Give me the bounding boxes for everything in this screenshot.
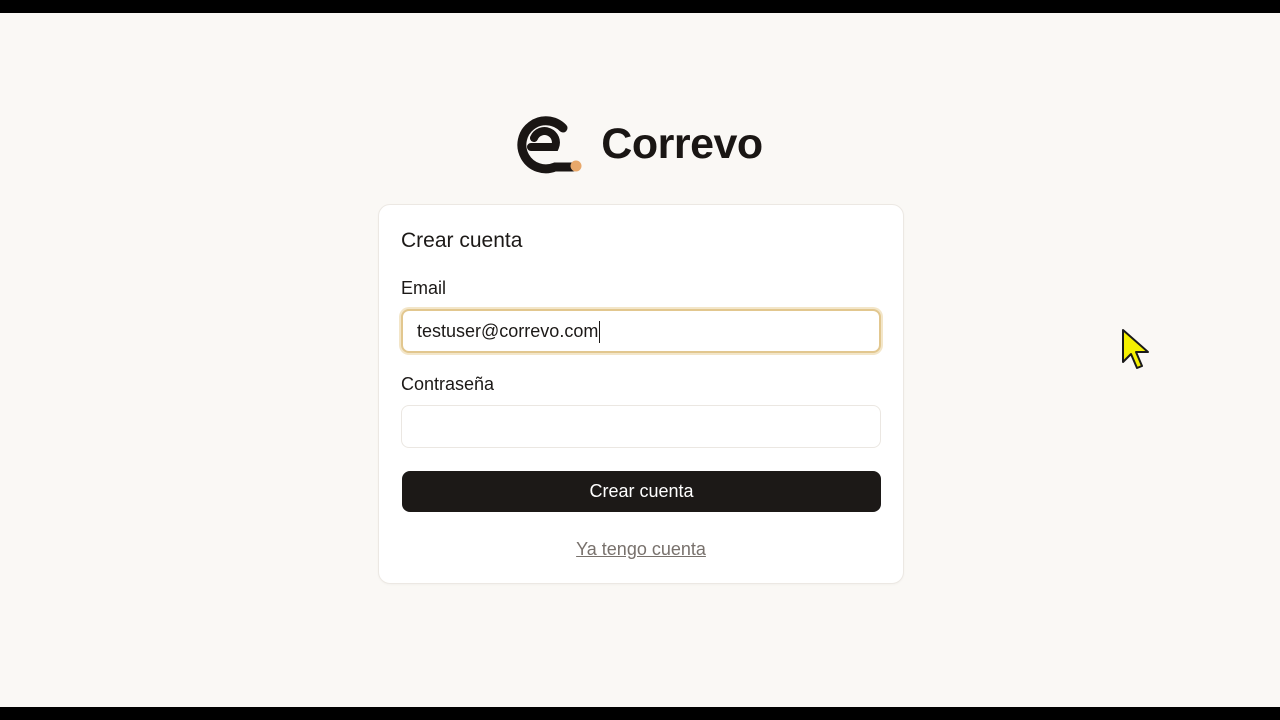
brand-name: Correvo bbox=[601, 119, 763, 168]
email-value: testuser@correvo.com bbox=[417, 321, 599, 341]
brand-header: Correvo bbox=[0, 114, 1280, 174]
mouse-pointer-icon bbox=[1122, 329, 1149, 369]
email-input[interactable]: testuser@correvo.com bbox=[401, 309, 881, 353]
signup-card: Crear cuenta Email testuser@correvo.com … bbox=[378, 204, 904, 584]
card-title: Crear cuenta bbox=[401, 229, 523, 252]
password-input[interactable] bbox=[401, 405, 881, 448]
text-caret bbox=[599, 321, 601, 344]
letterbox-top bbox=[0, 0, 1280, 13]
password-label: Contraseña bbox=[401, 374, 495, 394]
create-account-button[interactable]: Crear cuenta bbox=[402, 471, 881, 512]
email-label: Email bbox=[401, 278, 447, 298]
login-link[interactable]: Ya tengo cuenta bbox=[379, 539, 903, 560]
letterbox-bottom bbox=[0, 707, 1280, 720]
correvo-e-logo-icon bbox=[517, 116, 582, 174]
